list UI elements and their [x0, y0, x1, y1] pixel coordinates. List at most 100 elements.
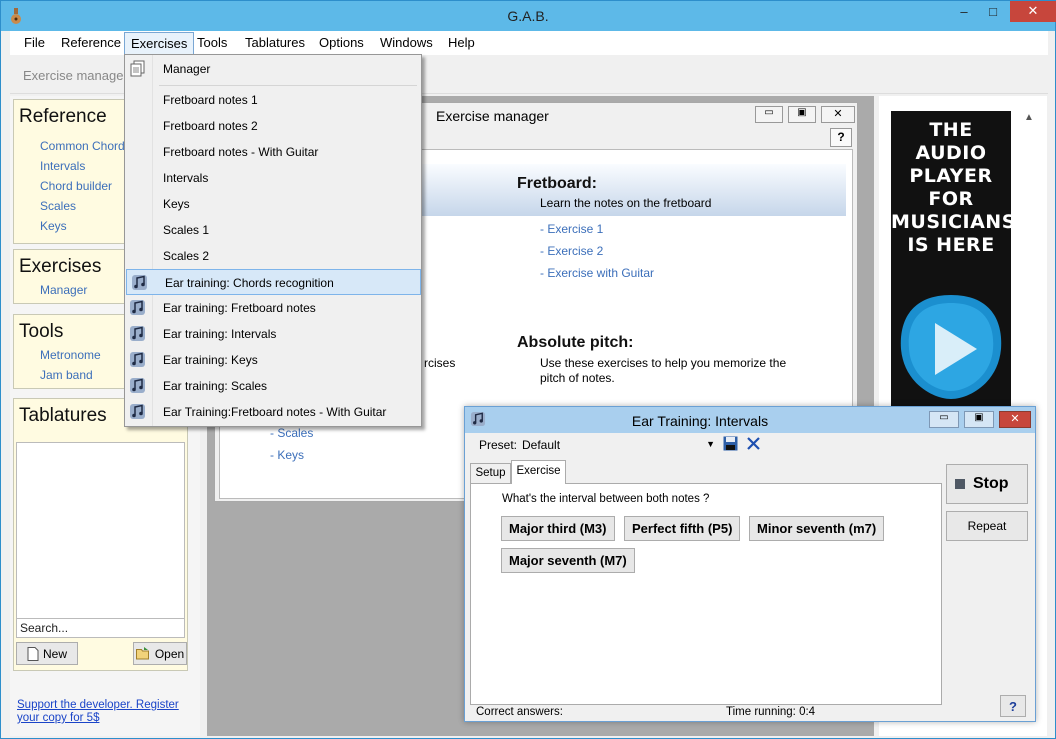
fretboard-description: Learn the notes on the fretboard — [540, 196, 712, 210]
ear-training-title-bar[interactable]: Ear Training: Intervals ▭ ▣ ✕ — [465, 407, 1035, 433]
tab-setup[interactable]: Setup — [470, 463, 511, 484]
menu-item-fretboard-notes-1[interactable]: Fretboard notes 1 — [125, 87, 421, 113]
menu-help[interactable]: Help — [448, 35, 475, 50]
menu-item-ear-intervals[interactable]: Ear training: Intervals — [125, 321, 421, 347]
absolute-pitch-description-1: Use these exercises to help you memorize… — [540, 356, 787, 370]
menu-item-label: Ear Training:Fretboard notes - With Guit… — [163, 405, 387, 419]
em-minimize-button[interactable]: ▭ — [755, 106, 783, 123]
sidebar-link-metronome[interactable]: Metronome — [40, 348, 101, 362]
menu-item-label: Fretboard notes 2 — [163, 119, 258, 133]
toolbar-exercise-manager-tab[interactable]: Exercise manager — [23, 68, 128, 83]
menu-tools[interactable]: Tools — [197, 35, 227, 50]
menu-file[interactable]: File — [24, 35, 45, 50]
menu-item-ear-keys[interactable]: Ear training: Keys — [125, 347, 421, 373]
et-close-button[interactable]: ✕ — [999, 411, 1031, 428]
menu-item-scales-1[interactable]: Scales 1 — [125, 217, 421, 243]
menu-item-intervals[interactable]: Intervals — [125, 165, 421, 191]
em-help-button[interactable]: ? — [830, 128, 852, 147]
menu-item-label: Ear training: Keys — [163, 353, 258, 367]
fretboard-exercise-2-link[interactable]: - Exercise 2 — [540, 244, 603, 258]
sidebar-reference-title: Reference — [19, 106, 107, 127]
maximize-button[interactable]: □ — [979, 2, 1007, 22]
sidebar-tablatures-title: Tablatures — [19, 405, 107, 426]
exercise-manager-title: Exercise manager — [436, 108, 549, 124]
menu-item-label: Fretboard notes - With Guitar — [163, 145, 319, 159]
fretboard-exercise-guitar-link[interactable]: - Exercise with Guitar — [540, 266, 654, 280]
menu-item-label: Ear training: Chords recognition — [165, 276, 334, 290]
menu-reference[interactable]: Reference — [61, 35, 121, 50]
support-developer-link[interactable]: Support the developer. Register — [17, 699, 179, 711]
save-icon[interactable] — [723, 436, 738, 451]
et-minimize-button[interactable]: ▭ — [929, 411, 959, 428]
preset-select[interactable]: Default ▼ — [519, 436, 717, 454]
minimize-button[interactable]: – — [950, 2, 978, 22]
tab-exercise[interactable]: Exercise — [511, 460, 566, 484]
ad-line: FOR — [928, 188, 974, 210]
menu-item-ear-fretboard-notes[interactable]: Ear training: Fretboard notes — [125, 295, 421, 321]
new-button-label: New — [42, 646, 67, 661]
sidebar-link-manager[interactable]: Manager — [40, 283, 87, 297]
menu-item-fretboard-notes-guitar[interactable]: Fretboard notes - With Guitar — [125, 139, 421, 165]
pages-icon — [130, 60, 145, 77]
interval-question: What's the interval between both notes ? — [502, 493, 710, 505]
tablature-list[interactable] — [16, 442, 185, 622]
em-close-button[interactable]: ✕ — [821, 106, 855, 123]
menu-item-label: Keys — [163, 197, 190, 211]
sidebar-link-keys[interactable]: Keys — [40, 219, 67, 233]
chevron-down-icon: ▼ — [706, 439, 715, 449]
em-maximize-button[interactable]: ▣ — [788, 106, 816, 123]
title-bar[interactable]: G.A.B. – □ ✕ — [1, 1, 1056, 31]
menu-item-ear-chords-recognition[interactable]: Ear training: Chords recognition — [126, 269, 421, 295]
sidebar-exercises-title: Exercises — [19, 256, 102, 277]
open-folder-icon — [135, 647, 149, 660]
stop-button[interactable]: Stop — [946, 464, 1028, 504]
open-tablature-button[interactable]: Open — [133, 642, 187, 665]
scroll-up-arrow-icon[interactable]: ▲ — [1024, 112, 1034, 123]
menu-separator — [159, 85, 417, 86]
sidebar-link-scales[interactable]: Scales — [40, 199, 76, 213]
menu-bar: File Reference Exercises Tools Tablature… — [10, 31, 1048, 55]
menu-item-label: Fretboard notes 1 — [163, 93, 258, 107]
support-developer-link-line2[interactable]: your copy for 5$ — [17, 712, 99, 724]
menu-item-label: Ear training: Fretboard notes — [163, 301, 316, 315]
menu-item-ear-scales[interactable]: Ear training: Scales — [125, 373, 421, 399]
menu-item-label: Scales 1 — [163, 223, 210, 237]
menu-item-ear-fretboard-guitar[interactable]: Ear Training:Fretboard notes - With Guit… — [125, 399, 421, 425]
menu-item-fretboard-notes-2[interactable]: Fretboard notes 2 — [125, 113, 421, 139]
sidebar-link-chord-builder[interactable]: Chord builder — [40, 179, 112, 193]
exercises-dropdown-menu: Manager Fretboard notes 1 Fretboard note… — [124, 54, 422, 427]
fretboard-heading: Fretboard: — [517, 175, 597, 192]
stop-icon — [955, 479, 965, 489]
et-maximize-button[interactable]: ▣ — [964, 411, 994, 428]
left-keys-link[interactable]: - Keys — [270, 448, 304, 462]
answer-button-minor-seventh[interactable]: Minor seventh (m7) — [749, 516, 885, 541]
left-scales-link[interactable]: - Scales — [270, 426, 313, 440]
ad-banner[interactable]: THE AUDIO PLAYER FOR MUSICIANS IS HERE — [891, 111, 1011, 411]
tablature-search-input[interactable] — [16, 618, 185, 638]
menu-item-manager[interactable]: Manager — [125, 56, 421, 82]
fretboard-exercise-1-link[interactable]: - Exercise 1 — [540, 222, 603, 236]
delete-x-icon[interactable] — [746, 436, 761, 451]
et-help-button[interactable]: ? — [1000, 695, 1026, 717]
menu-item-scales-2[interactable]: Scales 2 — [125, 243, 421, 269]
absolute-pitch-heading: Absolute pitch: — [517, 334, 634, 351]
menu-item-label: Intervals — [163, 171, 209, 185]
sidebar-link-common-chords[interactable]: Common Chords — [40, 139, 131, 153]
close-button[interactable]: ✕ — [1010, 1, 1056, 22]
sidebar-link-jam-band[interactable]: Jam band — [40, 368, 93, 382]
sidebar-link-intervals[interactable]: Intervals — [40, 159, 85, 173]
answer-button-perfect-fifth[interactable]: Perfect fifth (P5) — [624, 516, 741, 541]
stop-label: Stop — [973, 475, 1009, 492]
menu-item-label: Manager — [163, 62, 211, 76]
menu-options[interactable]: Options — [319, 35, 364, 50]
repeat-button[interactable]: Repeat — [946, 511, 1028, 541]
answer-button-major-seventh[interactable]: Major seventh (M7) — [501, 548, 635, 573]
answer-button-major-third[interactable]: Major third (M3) — [501, 516, 615, 541]
menu-windows[interactable]: Windows — [380, 35, 433, 50]
exercise-tab-panel: What's the interval between both notes ?… — [470, 483, 942, 705]
menu-exercises[interactable]: Exercises — [124, 32, 195, 55]
menu-item-keys[interactable]: Keys — [125, 191, 421, 217]
new-tablature-button[interactable]: New — [16, 642, 78, 665]
menu-tablatures[interactable]: Tablatures — [245, 35, 305, 50]
left-column-partial-text: rcises — [424, 356, 456, 370]
